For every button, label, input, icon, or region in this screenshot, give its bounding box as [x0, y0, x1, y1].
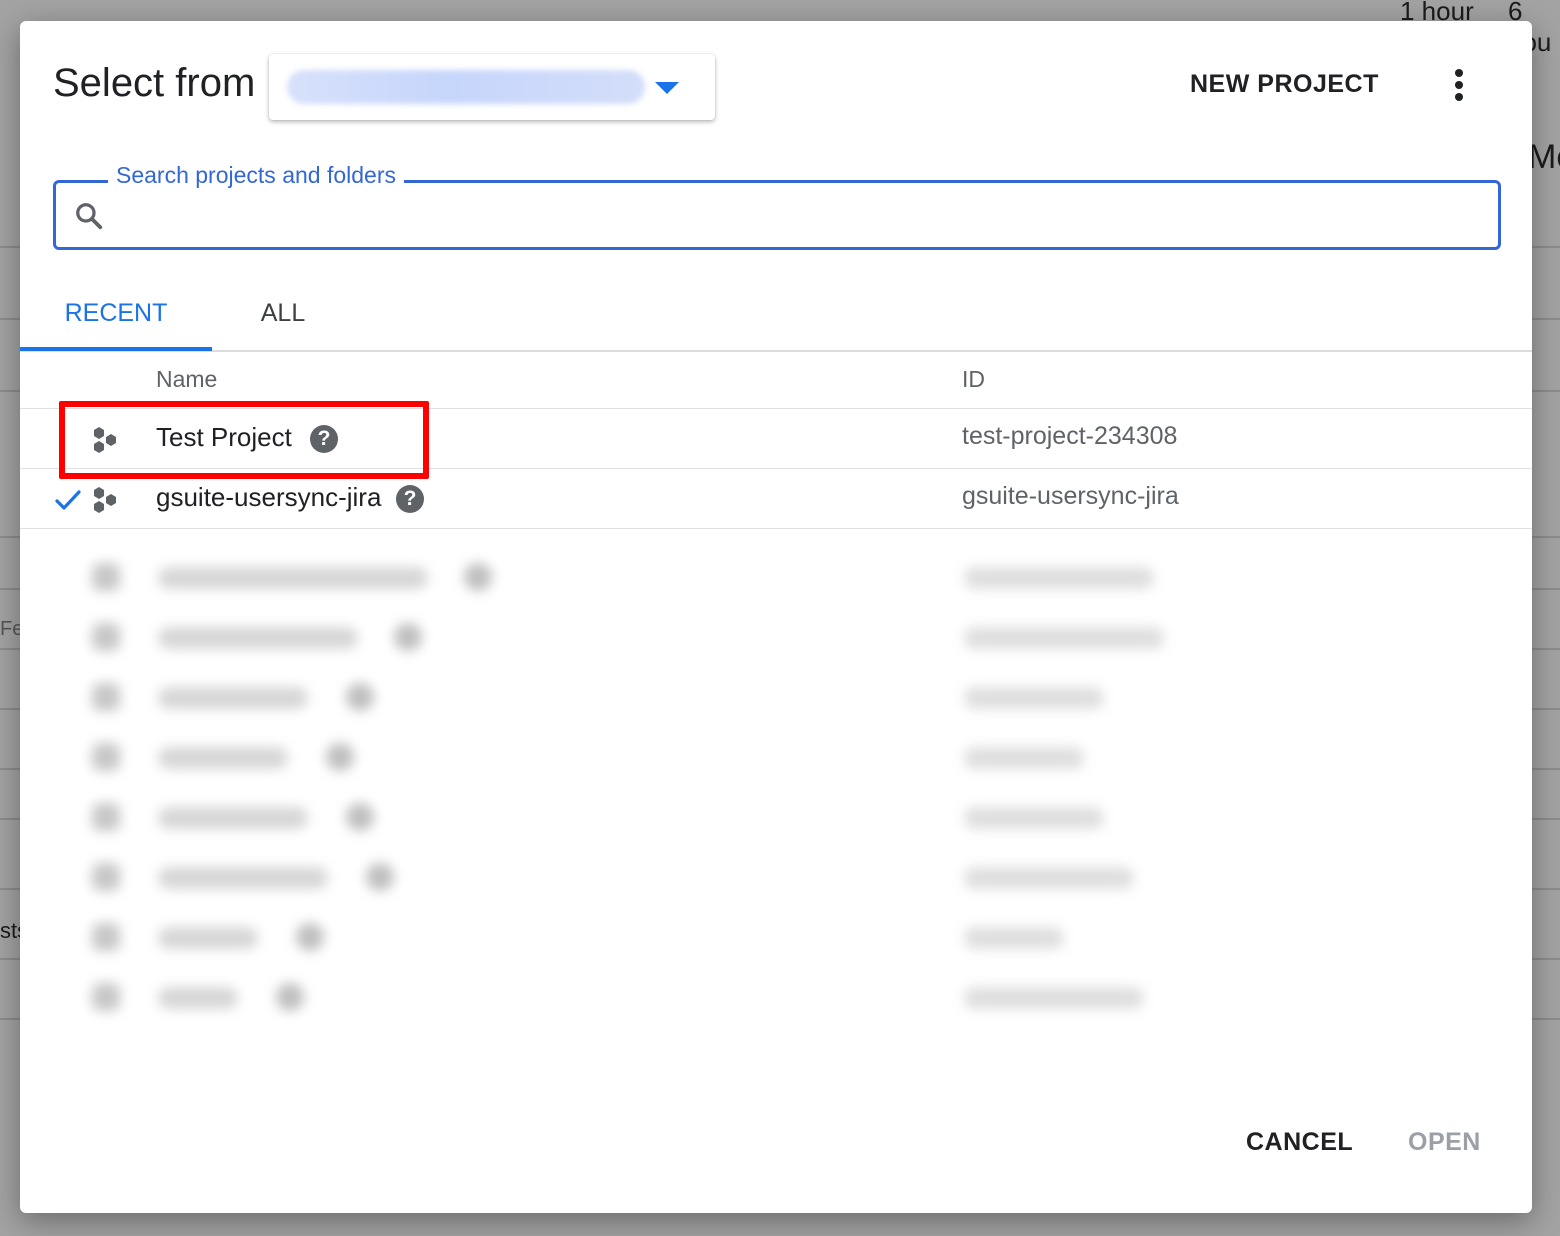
redacted-row — [46, 787, 1518, 847]
more-vert-icon[interactable] — [1446, 67, 1472, 103]
tab-bar: RECENT ALL — [20, 283, 1532, 352]
redacted-project-list — [46, 537, 1518, 1071]
redacted-row — [46, 967, 1518, 1027]
search-icon — [76, 203, 103, 230]
help-icon[interactable]: ? — [310, 425, 338, 453]
redacted-row — [46, 727, 1518, 787]
redacted-row — [46, 607, 1518, 667]
redacted-row — [46, 547, 1518, 607]
cancel-button[interactable]: CANCEL — [1246, 1128, 1353, 1157]
help-icon[interactable]: ? — [396, 485, 424, 513]
dialog-title: Select from — [53, 61, 256, 105]
open-button[interactable]: OPEN — [1408, 1128, 1481, 1157]
search-label: Search projects and folders — [108, 162, 404, 189]
new-project-button[interactable]: NEW PROJECT — [1190, 70, 1379, 99]
project-id: gsuite-usersync-jira — [962, 482, 1179, 510]
project-name: gsuite-usersync-jira — [156, 482, 382, 512]
table-row[interactable]: gsuite-usersync-jira ? gsuite-usersync-j… — [20, 469, 1532, 529]
search-field[interactable] — [53, 180, 1501, 250]
organization-select[interactable] — [269, 54, 715, 120]
column-header-name[interactable]: Name — [156, 366, 217, 393]
table-header: Name ID — [20, 352, 1532, 409]
select-project-dialog: Select from NEW PROJECT Search projects … — [20, 21, 1532, 1213]
project-id: test-project-234308 — [962, 422, 1178, 450]
project-icon — [94, 487, 116, 513]
redacted-row — [46, 667, 1518, 727]
tab-recent[interactable]: RECENT — [20, 283, 212, 351]
chevron-down-icon[interactable] — [655, 82, 679, 94]
check-icon — [55, 490, 81, 510]
organization-name-redacted — [287, 70, 645, 104]
search-input[interactable] — [120, 191, 1484, 239]
project-name: Test Project — [156, 422, 292, 452]
redacted-row — [46, 847, 1518, 907]
redacted-row — [46, 907, 1518, 967]
project-icon — [94, 427, 116, 453]
background-label: Me — [1528, 138, 1560, 176]
column-header-id[interactable]: ID — [962, 366, 985, 393]
tab-all[interactable]: ALL — [212, 283, 354, 347]
table-row[interactable]: Test Project ? test-project-234308 — [20, 409, 1532, 469]
